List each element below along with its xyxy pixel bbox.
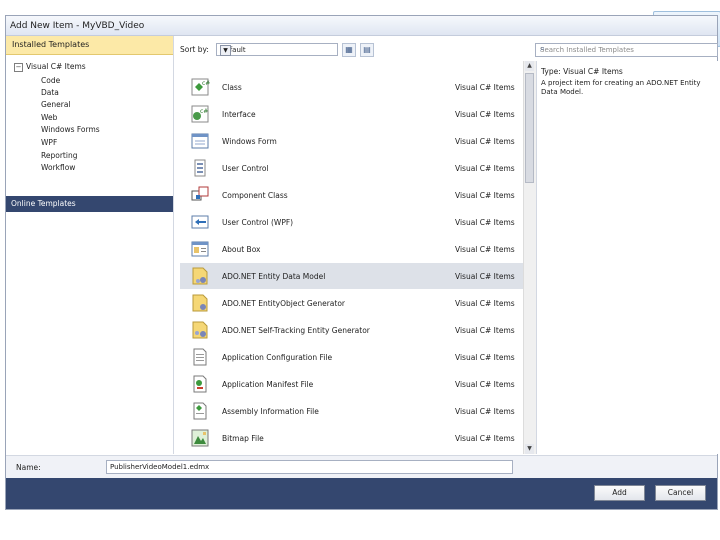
template-language: Visual C# Items [455, 272, 515, 281]
description-text: A project item for creating an ADO.NET E… [541, 79, 701, 96]
class-icon: c# [190, 77, 210, 97]
template-language: Visual C# Items [455, 191, 515, 200]
template-list-scrollbar[interactable]: ▲ ▼ [523, 61, 536, 454]
template-language: Visual C# Items [455, 83, 515, 92]
scrollbar-thumb[interactable] [525, 73, 534, 183]
template-row[interactable]: c# Interface Visual C# Items [180, 101, 525, 127]
scroll-down-icon[interactable]: ▼ [525, 444, 534, 454]
interface-icon: c# [190, 104, 210, 124]
bitmap-file-icon [190, 428, 210, 448]
template-row[interactable]: Component Class Visual C# Items [180, 182, 525, 208]
template-row[interactable]: About Box Visual C# Items [180, 236, 525, 262]
about-box-icon [190, 239, 210, 259]
self-tracking-icon [190, 320, 210, 340]
template-row[interactable]: Bitmap File Visual C# Items [180, 425, 525, 451]
search-installed-templates-input[interactable]: Search Installed Templates ⌕ [535, 43, 718, 57]
manifest-file-icon [190, 374, 210, 394]
config-file-icon [190, 347, 210, 367]
user-control-icon [190, 158, 210, 178]
template-language: Visual C# Items [455, 164, 515, 173]
template-language: Visual C# Items [455, 218, 515, 227]
template-language: Visual C# Items [455, 407, 515, 416]
template-language: Visual C# Items [455, 353, 515, 362]
sort-by-label: Sort by: [180, 45, 209, 54]
description-panel: Type: Visual C# Items A project item for… [536, 61, 719, 454]
template-name: Windows Form [222, 137, 277, 146]
scroll-up-icon[interactable]: ▲ [525, 61, 534, 71]
template-name: About Box [222, 245, 261, 254]
add-new-item-dialog: Add New Item - MyVBD_Video Installed Tem… [5, 15, 719, 510]
sort-by-dropdown[interactable]: Default ▼ [216, 43, 338, 56]
tree-item-general[interactable]: General [41, 100, 71, 109]
template-language: Visual C# Items [455, 434, 515, 443]
template-name: User Control [222, 164, 269, 173]
tree-root-label: Visual C# Items [26, 62, 86, 71]
name-value: PublisherVideoModel1.edmx [110, 463, 210, 471]
name-label: Name: [16, 463, 41, 472]
template-row[interactable]: Assembly Information File Visual C# Items [180, 398, 525, 424]
window-title: Add New Item - MyVBD_Video [10, 21, 145, 31]
cancel-button[interactable]: Cancel [655, 485, 706, 501]
template-row[interactable]: ADO.NET Entity Data Model Visual C# Items [180, 263, 525, 289]
online-templates-item[interactable]: Online Templates [6, 196, 173, 212]
installed-templates-label: Installed Templates [12, 40, 90, 49]
template-name: ADO.NET EntityObject Generator [222, 299, 345, 308]
template-name: ADO.NET Entity Data Model [222, 272, 326, 281]
medium-icons-view-button[interactable]: ▦ [342, 43, 356, 57]
svg-text:c#: c# [202, 80, 210, 87]
template-row[interactable]: User Control (WPF) Visual C# Items [180, 209, 525, 235]
template-language: Visual C# Items [455, 110, 515, 119]
template-language: Visual C# Items [455, 137, 515, 146]
assembly-info-icon [190, 401, 210, 421]
online-templates-label: Online Templates [11, 199, 76, 208]
wpf-user-control-icon [190, 212, 210, 232]
template-language: Visual C# Items [455, 299, 515, 308]
template-language: Visual C# Items [455, 380, 515, 389]
dialog-footer: Add Cancel [6, 478, 717, 509]
windows-form-icon [190, 131, 210, 151]
description-type: Type: Visual C# Items [541, 67, 623, 76]
template-name: Assembly Information File [222, 407, 319, 416]
installed-templates-header[interactable]: Installed Templates [6, 36, 173, 55]
template-row[interactable]: Application Configuration File Visual C# … [180, 344, 525, 370]
template-tree-panel: Installed Templates − Visual C# Items Co… [6, 36, 174, 454]
small-icons-view-button[interactable]: ▤ [360, 43, 374, 57]
tree-item-code[interactable]: Code [41, 76, 60, 85]
template-name: Component Class [222, 191, 288, 200]
component-class-icon [190, 185, 210, 205]
chevron-down-icon[interactable]: ▼ [220, 45, 231, 56]
template-row[interactable]: ADO.NET Self-Tracking Entity Generator Vi… [180, 317, 525, 343]
template-row[interactable]: c# Class Visual C# Items [180, 74, 525, 100]
template-name: ADO.NET Self-Tracking Entity Generator [222, 326, 370, 335]
add-button[interactable]: Add [594, 485, 645, 501]
template-name: Application Configuration File [222, 353, 333, 362]
entity-model-icon [190, 266, 210, 286]
template-language: Visual C# Items [455, 326, 515, 335]
template-row[interactable]: ADO.NET EntityObject Generator Visual C# … [180, 290, 525, 316]
tree-item-data[interactable]: Data [41, 88, 59, 97]
name-bar: Name: PublisherVideoModel1.edmx [6, 455, 717, 478]
template-row[interactable]: User Control Visual C# Items [180, 155, 525, 181]
template-language: Visual C# Items [455, 245, 515, 254]
collapse-icon[interactable]: − [14, 63, 23, 72]
tree-item-reporting[interactable]: Reporting [41, 151, 77, 160]
tree-item-web[interactable]: Web [41, 113, 57, 122]
template-list: c# Class Visual C# Items c# Interface Visual … [180, 61, 525, 454]
template-name: Interface [222, 110, 256, 119]
entity-generator-icon [190, 293, 210, 313]
template-name: User Control (WPF) [222, 218, 294, 227]
template-name: Application Manifest File [222, 380, 314, 389]
svg-text:c#: c# [200, 108, 208, 115]
template-row[interactable]: Windows Form Visual C# Items [180, 128, 525, 154]
template-name: Class [222, 83, 242, 92]
title-bar: Add New Item - MyVBD_Video [6, 16, 717, 36]
search-icon[interactable]: ⌕ [540, 44, 714, 54]
tree-item-workflow[interactable]: Workflow [41, 163, 75, 172]
name-input[interactable]: PublisherVideoModel1.edmx [106, 460, 513, 474]
template-row[interactable]: Application Manifest File Visual C# Items [180, 371, 525, 397]
template-row[interactable]: Class DiagramVisual C# Items [180, 452, 525, 454]
template-name: Bitmap File [222, 434, 264, 443]
tree-item-windows-forms[interactable]: Windows Forms [41, 125, 100, 134]
tree-item-wpf[interactable]: WPF [41, 138, 57, 147]
